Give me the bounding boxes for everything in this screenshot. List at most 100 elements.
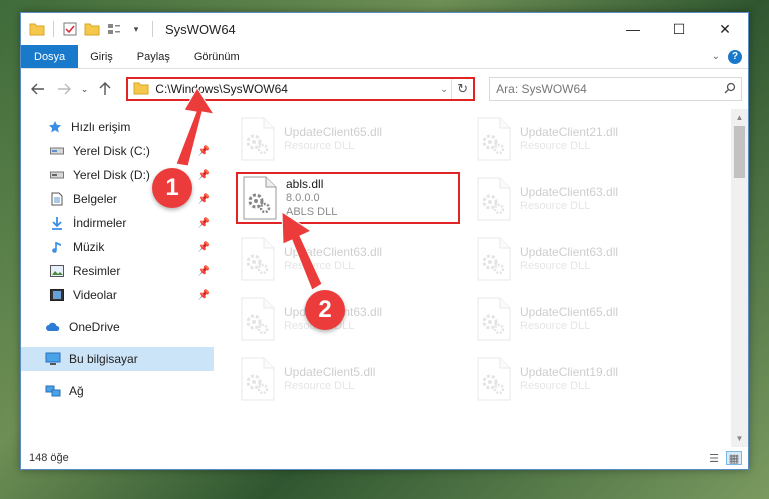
file-type: Resource DLL [520, 140, 591, 152]
scrollbar-thumb[interactable] [734, 126, 745, 178]
file-type: Resource DLL [284, 260, 355, 272]
arrow-right-icon [57, 83, 71, 95]
file-name: abls.dll [286, 177, 324, 191]
file-item-highlighted[interactable]: abls.dll 8.0.0.0 ABLS DLL [236, 172, 460, 224]
file-type: Resource DLL [520, 380, 591, 392]
step-badge-1: 1 [152, 168, 192, 208]
file-name: UpdateClient65.dll [284, 125, 383, 139]
sidebar-item-network[interactable]: Ağ [21, 379, 214, 403]
up-button[interactable] [94, 78, 116, 100]
title-bar: ▾ SysWOW64 — ☐ ✕ [21, 13, 748, 45]
dll-file-icon [236, 296, 278, 342]
search-input[interactable]: Ara: SysWOW64 [496, 82, 719, 96]
file-item[interactable]: UpdateClient65.dll Resource DLL [236, 113, 460, 165]
tab-view[interactable]: Görünüm [182, 45, 252, 68]
recent-locations-button[interactable]: ⌄ [79, 78, 91, 100]
music-icon [49, 239, 65, 255]
step-badge-2: 2 [305, 290, 345, 330]
search-box[interactable]: Ara: SysWOW64 [489, 77, 742, 101]
toolbar-separator [53, 21, 54, 37]
sidebar-item-music[interactable]: Müzik 📌 [21, 235, 214, 259]
scroll-up-arrow-icon[interactable]: ▲ [731, 109, 748, 126]
sidebar-item-local-disk-c[interactable]: Yerel Disk (C:) 📌 [21, 139, 214, 163]
sidebar-item-label: Müzik [73, 240, 105, 254]
dll-file-icon [472, 296, 514, 342]
file-type: ABLS DLL [286, 206, 338, 218]
sidebar-item-label: Yerel Disk (D:) [73, 168, 150, 182]
file-item[interactable]: UpdateClient63.dll Resource DLL [236, 293, 460, 345]
chevron-down-icon[interactable]: ⌄ [712, 51, 720, 62]
quick-access-toolbar: ▾ [21, 21, 155, 37]
pin-icon[interactable]: 📌 [198, 170, 210, 181]
sidebar-item-videos[interactable]: Videolar 📌 [21, 283, 214, 307]
window-controls: — ☐ ✕ [610, 13, 748, 45]
item-count: 148 öğe [29, 452, 69, 464]
file-item[interactable]: UpdateClient63.dll Resource DLL [236, 233, 460, 285]
file-item[interactable]: UpdateClient5.dll Resource DLL [236, 353, 460, 405]
address-path[interactable]: C:\Windows\SysWOW64 [155, 82, 437, 96]
dll-file-icon [472, 176, 514, 222]
help-icon[interactable]: ? [728, 49, 742, 64]
file-name: UpdateClient63.dll [520, 185, 619, 199]
dll-file-icon [236, 356, 278, 402]
download-icon [49, 215, 65, 231]
explorer-window: ▾ SysWOW64 — ☐ ✕ Dosya Giriş Paylaş Görü… [20, 12, 749, 470]
file-name: UpdateClient5.dll [284, 365, 376, 379]
pin-icon[interactable]: 📌 [198, 290, 210, 301]
sidebar-item-this-pc[interactable]: Bu bilgisayar [21, 347, 214, 371]
back-button[interactable] [27, 78, 49, 100]
vertical-scrollbar[interactable]: ▲ ▼ [731, 109, 748, 447]
star-icon [47, 119, 63, 135]
file-name: UpdateClient19.dll [520, 365, 619, 379]
pin-icon[interactable]: 📌 [198, 242, 210, 253]
file-item[interactable]: UpdateClient21.dll Resource DLL [472, 113, 696, 165]
toolbar-separator [152, 21, 153, 37]
forward-button[interactable] [53, 78, 75, 100]
sidebar-item-pictures[interactable]: Resimler 📌 [21, 259, 214, 283]
view-switcher: ☰ ▦ [706, 451, 748, 465]
address-bar[interactable]: C:\Windows\SysWOW64 ⌄ ↻ [126, 77, 476, 101]
refresh-button[interactable]: ↻ [451, 79, 473, 99]
pin-icon[interactable]: 📌 [198, 146, 210, 157]
new-folder-icon[interactable] [84, 21, 100, 37]
folder-icon [29, 21, 45, 37]
file-item[interactable]: UpdateClient63.dll Resource DLL [472, 233, 696, 285]
chevron-down-icon[interactable]: ▾ [128, 21, 144, 37]
folder-icon [133, 81, 149, 98]
documents-icon [49, 191, 65, 207]
file-item[interactable]: UpdateClient19.dll Resource DLL [472, 353, 696, 405]
customize-toolbar-icon[interactable] [106, 21, 122, 37]
navigation-bar: ⌄ C:\Windows\SysWOW64 ⌄ ↻ Ara: SysWOW64 [21, 69, 748, 109]
scroll-down-arrow-icon[interactable]: ▼ [731, 430, 748, 447]
tab-file[interactable]: Dosya [21, 45, 79, 68]
chevron-down-icon[interactable]: ⌄ [437, 84, 451, 95]
videos-icon [49, 287, 65, 303]
file-item[interactable]: UpdateClient65.dll Resource DLL [472, 293, 696, 345]
arrow-left-icon [30, 83, 44, 95]
drive-icon [49, 167, 65, 183]
sidebar-item-label: OneDrive [69, 320, 120, 334]
drive-icon [49, 143, 65, 159]
tiles-view-icon[interactable]: ▦ [726, 451, 742, 465]
sidebar-item-label: Videolar [73, 288, 117, 302]
sidebar-item-quick-access[interactable]: Hızlı erişim [21, 115, 214, 139]
file-item[interactable]: UpdateClient63.dll Resource DLL [472, 173, 696, 225]
pictures-icon [49, 263, 65, 279]
file-name: UpdateClient21.dll [520, 125, 619, 139]
sidebar-item-label: Belgeler [73, 192, 118, 206]
minimize-button[interactable]: — [610, 13, 656, 45]
close-button[interactable]: ✕ [702, 13, 748, 45]
tab-share[interactable]: Paylaş [125, 45, 182, 68]
pin-icon[interactable]: 📌 [198, 218, 210, 229]
properties-icon[interactable] [62, 21, 78, 37]
sidebar-item-downloads[interactable]: İndirmeler 📌 [21, 211, 214, 235]
ribbon-tabs: Dosya Giriş Paylaş Görünüm ⌄ ? [21, 45, 748, 69]
details-view-icon[interactable]: ☰ [706, 451, 722, 465]
maximize-button[interactable]: ☐ [656, 13, 702, 45]
tab-home[interactable]: Giriş [78, 45, 125, 68]
pin-icon[interactable]: 📌 [198, 266, 210, 277]
sidebar-item-onedrive[interactable]: OneDrive [21, 315, 214, 339]
sidebar-item-label: Ağ [69, 384, 84, 398]
file-type: Resource DLL [520, 260, 591, 272]
pin-icon[interactable]: 📌 [198, 194, 210, 205]
